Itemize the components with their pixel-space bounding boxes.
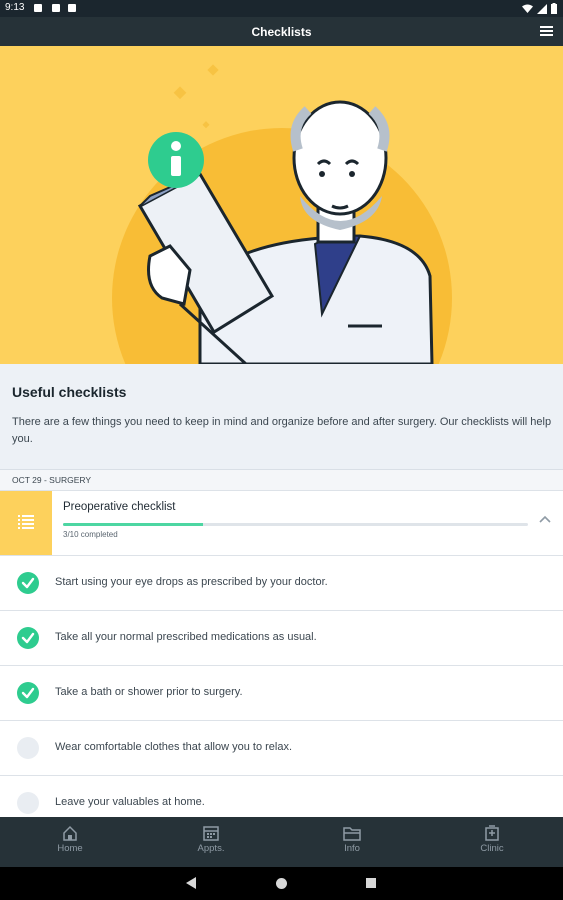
checklist-item[interactable]: Wear comfortable clothes that allow you … — [0, 721, 563, 776]
recents-icon[interactable] — [366, 878, 376, 888]
checkbox-checked-icon[interactable] — [17, 627, 39, 649]
menu-icon[interactable] — [540, 26, 553, 37]
intro-section: Useful checklists There are a few things… — [0, 364, 563, 470]
signal-icon — [537, 3, 547, 14]
nav-item-home[interactable]: Home — [30, 825, 110, 854]
doctor-illustration — [112, 64, 452, 364]
checklist-icon-box — [0, 491, 52, 555]
progress-fill — [63, 523, 203, 526]
checklist-progress-bar — [63, 523, 528, 526]
home-button-icon[interactable] — [276, 878, 287, 889]
nav-item-info[interactable]: Info — [312, 825, 392, 854]
checkbox-checked-icon[interactable] — [17, 572, 39, 594]
battery-icon — [551, 3, 557, 14]
page-title: Checklists — [251, 25, 312, 39]
calendar-icon — [203, 826, 219, 841]
nav-item-clinic[interactable]: Clinic — [452, 825, 532, 854]
clinic-icon — [485, 825, 499, 841]
checklist-item[interactable]: Take all your normal prescribed medicati… — [0, 611, 563, 666]
wifi-icon — [522, 4, 533, 13]
nav-label: Info — [344, 843, 360, 854]
date-label: OCT 29 - SURGERY — [12, 475, 92, 485]
folder-icon — [343, 827, 361, 841]
checkbox-checked-icon[interactable] — [17, 682, 39, 704]
checklist-title: Preoperative checklist — [63, 501, 176, 513]
completed-count: 3/10 completed — [63, 530, 118, 539]
notification-icon — [34, 4, 42, 12]
notification-icon — [52, 4, 60, 12]
nav-label: Appts. — [197, 843, 225, 854]
hero-illustration — [0, 46, 563, 364]
checklist-item-text: Wear comfortable clothes that allow you … — [55, 741, 293, 753]
section-description: There are a few things you need to keep … — [12, 416, 552, 445]
checklist-item[interactable]: Start using your eye drops as prescribed… — [0, 556, 563, 611]
date-section-label: OCT 29 - SURGERY — [0, 470, 563, 491]
section-heading: Useful checklists — [12, 384, 127, 400]
system-navigation-bar — [0, 867, 563, 900]
checkbox-unchecked-icon[interactable] — [17, 737, 39, 759]
nav-item-appointments[interactable]: Appts. — [171, 825, 251, 854]
chevron-up-icon[interactable] — [539, 515, 551, 523]
list-icon — [18, 515, 34, 529]
status-bar: 9:13 — [0, 0, 563, 17]
nav-label: Clinic — [480, 843, 504, 854]
notification-icon — [68, 4, 76, 12]
checklist-item-text: Leave your valuables at home. — [55, 796, 205, 808]
checklist-item[interactable]: Take a bath or shower prior to surgery. — [0, 666, 563, 721]
checklist-item-text: Take a bath or shower prior to surgery. — [55, 686, 243, 698]
home-icon — [63, 825, 77, 841]
app-bar: Checklists — [0, 17, 563, 46]
back-icon[interactable] — [186, 877, 197, 889]
status-time: 9:13 — [5, 2, 25, 13]
bottom-navigation: Home Appts. Info Clinic — [0, 817, 563, 867]
checklist-item-text: Take all your normal prescribed medicati… — [55, 631, 317, 643]
checklist-item-text: Start using your eye drops as prescribed… — [55, 576, 328, 588]
checkbox-unchecked-icon[interactable] — [17, 792, 39, 814]
nav-label: Home — [57, 843, 83, 854]
checklist-header[interactable]: Preoperative checklist 3/10 completed — [0, 491, 563, 556]
